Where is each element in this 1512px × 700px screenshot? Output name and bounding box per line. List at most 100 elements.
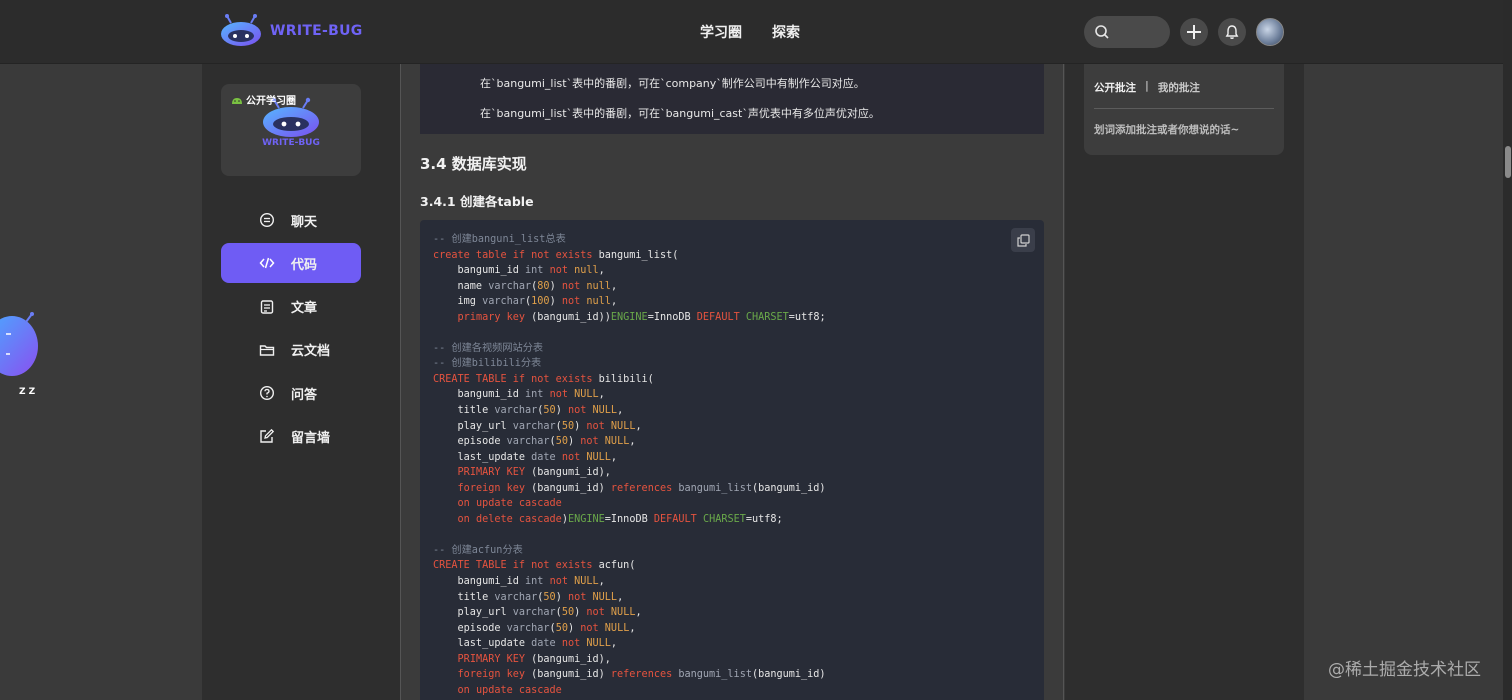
code-token: , xyxy=(617,405,624,417)
sidebar-item-cloud-docs[interactable]: 云文档 xyxy=(221,330,361,370)
code-line: episode varchar(50) not NULL, xyxy=(433,434,826,450)
search-box[interactable] xyxy=(1084,16,1170,48)
code-token: -- 创建acfun分表 xyxy=(433,544,523,556)
code-line: foreign key (bangumi_id) references bang… xyxy=(433,667,826,683)
scrollbar-track[interactable] xyxy=(1503,0,1512,700)
code-token: , xyxy=(617,591,624,603)
annotation-hint: 划词添加批注或者你想说的话~ xyxy=(1094,124,1240,136)
code-line: title varchar(50) not NULL, xyxy=(433,403,826,419)
code-token: , xyxy=(598,576,605,588)
nav-study-circle[interactable]: 学习圈 xyxy=(700,22,742,42)
code-token: ) xyxy=(574,607,587,619)
sidebar-item-message-wall[interactable]: 留言墙 xyxy=(221,416,361,456)
create-button[interactable] xyxy=(1180,18,1208,46)
code-token: , xyxy=(598,265,605,277)
code-line: bangumi_id int not NULL, xyxy=(433,387,826,403)
code-token: not xyxy=(580,436,605,448)
code-token: play_url xyxy=(433,607,513,619)
code-token: not xyxy=(586,607,611,619)
code-icon xyxy=(259,258,275,269)
code-line: bangumi_id int not NULL, xyxy=(433,574,826,590)
watermark: @稀土掘金技术社区 xyxy=(1328,660,1481,680)
code-token: episode xyxy=(433,622,507,634)
code-token: episode xyxy=(433,436,507,448)
code-token: CHARSET xyxy=(702,513,746,525)
code-content: -- 创建banguni_list总表 create table if not e… xyxy=(433,232,826,698)
code-line: -- 创建banguni_list总表 xyxy=(433,232,826,248)
code-line: on update cascade xyxy=(433,683,826,699)
tab-public-annotations[interactable]: 公开批注 xyxy=(1094,80,1136,95)
sidebar-item-code[interactable]: 代码 xyxy=(221,243,361,284)
sidebar-item-articles[interactable]: 文章 xyxy=(221,287,361,327)
copy-code-button[interactable] xyxy=(1011,228,1035,252)
code-token: last_update xyxy=(433,638,532,650)
user-avatar[interactable] xyxy=(1256,18,1284,46)
sleeping-mascot-icon[interactable]: Z Z xyxy=(0,308,56,412)
code-token: null xyxy=(586,280,611,292)
nav-explore[interactable]: 探索 xyxy=(772,22,800,42)
annotations-panel: 公开批注 | 我的批注 划词添加批注或者你想说的话~ xyxy=(1084,64,1284,155)
code-token: not xyxy=(586,420,611,432)
copy-icon xyxy=(1016,233,1030,247)
sidebar-item-label: 云文档 xyxy=(291,344,331,360)
code-token: null xyxy=(574,265,599,277)
code-token: varchar xyxy=(482,296,526,308)
notifications-button[interactable] xyxy=(1218,18,1246,46)
study-circle-card[interactable]: 公开学习圈 WRITE-BUG xyxy=(221,84,361,176)
sidebar-item-qa[interactable]: 问答 xyxy=(221,373,361,413)
main-nav: 学习圈 探索 xyxy=(700,22,800,42)
code-token: (bangumi_id), xyxy=(531,653,611,665)
code-line: img varchar(100) not null, xyxy=(433,294,826,310)
quote-line: 在`bangumi_list`表中的番剧，可在`bangumi_cast`声优表… xyxy=(480,107,880,120)
code-token: int xyxy=(525,265,550,277)
code-token: 50 xyxy=(543,591,556,603)
code-token: CREATE TABLE if not exists xyxy=(433,560,599,572)
code-token: primary key xyxy=(457,311,532,323)
tab-my-annotations[interactable]: 我的批注 xyxy=(1158,80,1200,95)
code-token: ) xyxy=(555,591,568,603)
snore-text: Z Z xyxy=(19,387,36,397)
code-line: create table if not exists bangumi_list( xyxy=(433,248,826,264)
sidebar-item-label: 代码 xyxy=(291,257,318,273)
code-line: PRIMARY KEY (bangumi_id), xyxy=(433,652,826,668)
code-line: title varchar(50) not NULL, xyxy=(433,590,826,606)
code-token: on update cascade xyxy=(457,684,562,696)
code-token: NULL xyxy=(592,591,618,603)
code-token: bilibili( xyxy=(598,373,654,385)
annotation-tabs: 公开批注 | 我的批注 xyxy=(1094,80,1200,95)
subsection-heading: 3.4.1 创建各table xyxy=(420,194,534,209)
code-line: episode varchar(50) not NULL, xyxy=(433,621,826,637)
code-token: 80 xyxy=(537,280,550,292)
scrollbar-thumb[interactable] xyxy=(1505,146,1511,178)
code-token: (bangumi_id) xyxy=(531,482,611,494)
code-token: NULL xyxy=(574,576,599,588)
plus-icon xyxy=(1187,25,1201,39)
code-token: , xyxy=(635,607,642,619)
code-line: -- 创建各视频网站分表 xyxy=(433,341,826,357)
code-token: not xyxy=(561,451,587,463)
code-token: ) xyxy=(574,420,587,432)
code-token: PRIMARY KEY xyxy=(457,653,532,665)
code-line: last_update date not NULL, xyxy=(433,450,826,466)
brand[interactable]: WRITE-BUG xyxy=(220,14,363,48)
code-token: =InnoDB xyxy=(647,311,697,323)
code-token: not xyxy=(549,389,575,401)
code-token: , xyxy=(635,420,642,432)
code-token: varchar xyxy=(506,622,550,634)
code-token: NULL xyxy=(604,622,630,634)
code-token: ) xyxy=(567,622,581,634)
code-token: ENGINE xyxy=(610,311,648,323)
code-token: , xyxy=(598,389,605,401)
code-token: ) xyxy=(555,405,568,417)
code-token: not xyxy=(567,591,593,603)
public-circle-tag: 公开学习圈 xyxy=(231,92,296,107)
sidebar-item-chat[interactable]: 聊天 xyxy=(221,200,361,240)
code-line: -- 创建bilibili分表 xyxy=(433,356,826,372)
tab-separator: | xyxy=(1145,80,1149,92)
code-token: last_update xyxy=(433,451,532,463)
code-token: varchar xyxy=(494,591,538,603)
code-token: -- 创建各视频网站分表 xyxy=(433,342,544,354)
search-icon xyxy=(1095,25,1109,39)
